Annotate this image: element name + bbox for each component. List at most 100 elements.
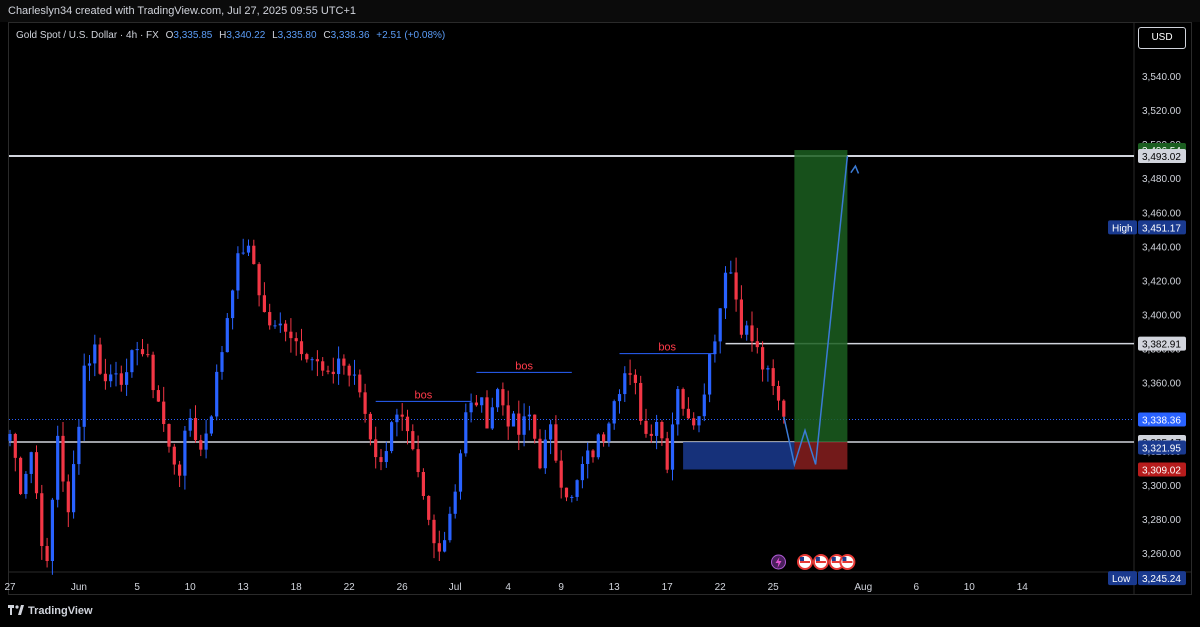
candle-body	[702, 394, 706, 417]
candle-body	[241, 252, 245, 254]
candle-body	[771, 368, 775, 386]
x-tick-label: 22	[715, 582, 727, 593]
symbol-legend: Gold Spot / U.S. Dollar · 4h · FX O3,335…	[16, 30, 445, 41]
candle-body	[220, 352, 224, 372]
candle-body	[72, 464, 76, 513]
candle-body	[708, 354, 712, 395]
candle-body	[644, 420, 648, 434]
candle-body	[660, 421, 664, 439]
footer-bar	[0, 596, 1200, 627]
candle-body	[268, 312, 272, 326]
candle-body	[24, 473, 28, 495]
candle-body	[183, 430, 187, 476]
x-tick-label: 4	[505, 582, 511, 593]
candle-body	[135, 349, 139, 351]
x-tick-label: 27	[4, 582, 16, 593]
candle-body	[34, 452, 39, 494]
candle-body	[421, 472, 425, 496]
y-tick-label: 3,300.00	[1142, 481, 1181, 492]
price-chart[interactable]: 3,260.003,280.003,300.003,320.003,340.00…	[0, 0, 1200, 627]
candle-body	[125, 372, 129, 385]
candle-body	[612, 401, 616, 424]
change-value: +2.51 (+0.08%)	[376, 30, 446, 41]
candle-body	[554, 424, 558, 461]
price-tag-prefix: High	[1112, 223, 1133, 234]
candle-body	[718, 308, 722, 342]
candle-body	[331, 371, 335, 375]
candle-body	[56, 435, 60, 500]
candle-body	[443, 540, 447, 552]
candle-body	[681, 389, 685, 409]
candle-body	[575, 480, 579, 497]
candle-body	[66, 481, 70, 513]
close-label: C	[323, 30, 331, 41]
candle-body	[686, 408, 690, 419]
candle-body	[246, 245, 251, 253]
candle-body	[172, 446, 176, 465]
candle-body	[93, 344, 97, 364]
candle-body	[98, 344, 102, 374]
candle-body	[384, 451, 388, 463]
candle-body	[103, 373, 107, 382]
candle-body	[713, 341, 717, 355]
bos-label: bos	[658, 342, 676, 354]
tradingview-logo[interactable]: TradingView	[8, 605, 93, 617]
candle-body	[188, 418, 192, 431]
candle-body	[252, 245, 256, 265]
y-tick-label: 3,280.00	[1142, 515, 1181, 526]
y-tick-label: 3,420.00	[1142, 276, 1181, 287]
candle-body	[766, 368, 770, 370]
candle-body	[151, 354, 155, 391]
take-profit-zone[interactable]	[794, 150, 848, 442]
candle-body	[347, 365, 351, 376]
candle-body	[517, 413, 521, 435]
candle-body	[782, 400, 786, 417]
candle-body	[130, 350, 134, 373]
candle-body	[474, 402, 478, 406]
candle-body	[162, 401, 166, 425]
candle-body	[485, 397, 489, 429]
candle-body	[697, 416, 701, 426]
candle-body	[156, 390, 160, 402]
candle-body	[358, 374, 362, 393]
symbol-name: Gold Spot / U.S. Dollar · 4h · FX	[16, 30, 159, 41]
stop-loss-zone[interactable]	[794, 441, 848, 470]
candle-body	[199, 440, 203, 450]
candle-body	[146, 354, 150, 356]
candle-body	[29, 452, 33, 474]
candle-body	[602, 434, 606, 442]
candle-body	[305, 354, 309, 360]
price-tag-label: 3,338.36	[1142, 416, 1181, 427]
candle-body	[665, 438, 669, 470]
candle-body	[400, 414, 404, 417]
price-tag-label: 3,382.91	[1142, 340, 1181, 351]
x-tick-label: Jun	[71, 582, 87, 593]
candle-body	[480, 397, 484, 406]
candle-body	[649, 433, 653, 436]
candle-body	[352, 374, 357, 376]
candle-body	[50, 499, 54, 561]
candle-body	[543, 439, 547, 469]
candle-body	[458, 453, 463, 492]
candle-body	[692, 418, 696, 426]
candle-body	[299, 341, 304, 355]
candle-body	[379, 457, 383, 463]
demand-zone[interactable]	[683, 441, 795, 470]
flag-stripe	[842, 561, 853, 563]
candle-body	[278, 323, 282, 326]
bos-label: bos	[515, 360, 533, 372]
candle-body	[167, 424, 171, 447]
currency-button[interactable]: USD	[1138, 27, 1186, 49]
candle-body	[427, 495, 431, 520]
candle-body	[750, 325, 754, 342]
candle-body	[257, 264, 261, 296]
candle-body	[549, 424, 553, 440]
flag-canton	[831, 557, 836, 561]
candle-body	[437, 543, 441, 552]
candle-body	[119, 373, 123, 385]
candle-body	[522, 416, 526, 435]
candle-body	[193, 418, 198, 441]
candle-body	[45, 546, 49, 561]
candle-body	[501, 389, 505, 406]
candle-body	[506, 405, 510, 427]
